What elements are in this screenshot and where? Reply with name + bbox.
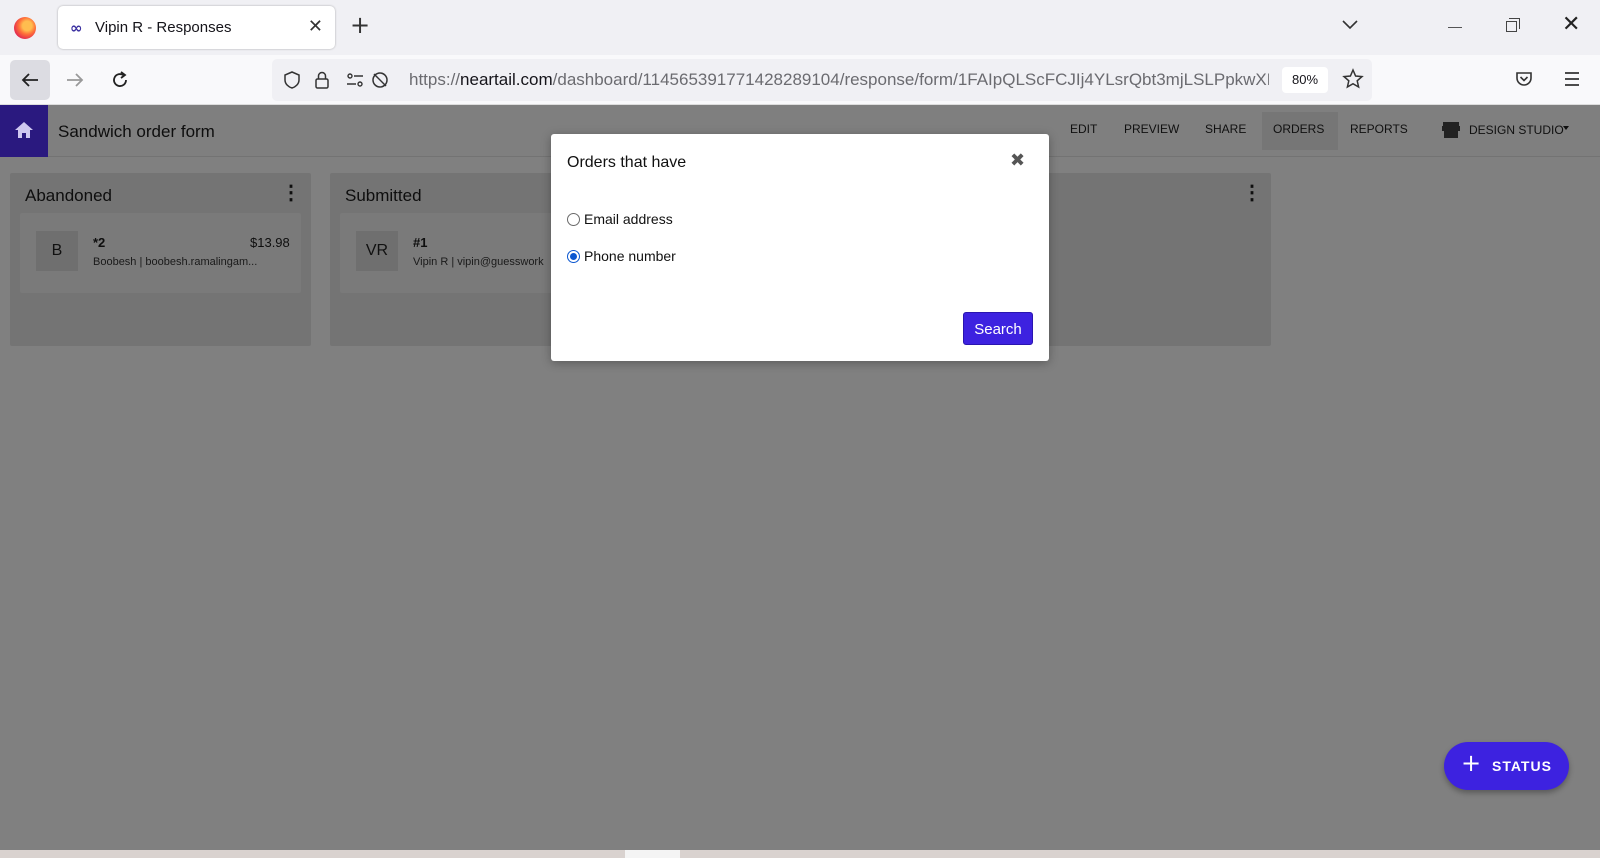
tab-close-icon[interactable]: ✕ [308, 16, 323, 37]
home-icon [15, 122, 33, 138]
back-arrow-icon [21, 73, 38, 87]
lock-icon[interactable] [312, 70, 332, 90]
permissions-icon[interactable] [345, 70, 365, 90]
firefox-logo-icon [14, 17, 36, 39]
avatar: VR [356, 231, 398, 271]
zoom-level-badge[interactable]: 80% [1282, 67, 1328, 93]
hamburger-menu-icon[interactable] [1562, 69, 1582, 89]
bottom-edge [0, 850, 1600, 858]
caret-down-icon [1563, 126, 1569, 130]
url-bar[interactable]: https://neartail.com/dashboard/114565391… [272, 59, 1372, 101]
search-button[interactable]: Search [963, 312, 1033, 345]
column-title: Abandoned [25, 186, 112, 205]
tab-list-chevron-icon[interactable] [1340, 14, 1360, 34]
nav-share[interactable]: SHARE [1205, 122, 1246, 136]
column-more-icon[interactable]: ⋮ [281, 183, 301, 203]
back-button[interactable] [10, 60, 50, 100]
search-orders-dialog: Orders that have ✖ Email address Phone n… [551, 134, 1049, 361]
new-tab-icon[interactable]: + [350, 13, 370, 37]
order-amount: $13.98 [250, 235, 290, 250]
reload-button[interactable] [100, 60, 140, 100]
phone-option-label[interactable]: Phone number [584, 248, 676, 264]
url-scheme: https:// [409, 70, 461, 89]
email-option-label[interactable]: Email address [584, 211, 673, 227]
nav-reports[interactable]: REPORTS [1350, 122, 1408, 136]
nav-edit[interactable]: EDIT [1070, 122, 1097, 136]
forward-button[interactable] [55, 60, 95, 100]
url-text[interactable]: https://neartail.com/dashboard/114565391… [409, 70, 1269, 90]
add-status-button[interactable]: + STATUS [1444, 742, 1569, 790]
plus-icon: + [1461, 749, 1482, 777]
order-card[interactable]: B *2 $13.98 Boobesh | boobesh.ramalingam… [20, 213, 301, 293]
close-icon[interactable]: ✖ [1010, 152, 1025, 170]
browser-nav-bar: https://neartail.com/dashboard/114565391… [0, 55, 1600, 105]
tab-title: Vipin R - Responses [95, 19, 232, 36]
site-favicon-icon: ∞ [70, 19, 83, 37]
bookmark-star-icon[interactable] [1342, 68, 1364, 90]
store-icon[interactable] [1441, 120, 1461, 140]
form-title: Sandwich order form [58, 122, 215, 141]
tracking-protection-icon[interactable] [370, 70, 390, 90]
email-radio[interactable] [567, 213, 580, 226]
home-button[interactable] [0, 105, 48, 157]
url-path: /dashboard/114565391771428289104/respons… [552, 70, 1269, 89]
reload-icon [113, 71, 127, 87]
order-number: *2 [93, 235, 106, 250]
pocket-icon[interactable] [1514, 69, 1534, 89]
shield-icon[interactable] [282, 70, 302, 90]
dialog-title: Orders that have [567, 154, 687, 171]
column-more-icon[interactable]: ⋮ [1242, 183, 1262, 203]
window-minimize-icon[interactable] [1448, 27, 1462, 28]
avatar: B [36, 231, 78, 271]
nav-preview[interactable]: PREVIEW [1124, 122, 1179, 136]
browser-tab-bar: ∞ Vipin R - Responses ✕ + ✕ [0, 0, 1600, 55]
status-column-abandoned: Abandoned ⋮ B *2 $13.98 Boobesh | boobes… [10, 173, 311, 346]
design-studio-menu[interactable]: DESIGN STUDIO [1469, 123, 1564, 137]
nav-orders[interactable]: ORDERS [1273, 122, 1324, 136]
window-close-icon[interactable]: ✕ [1562, 14, 1580, 36]
order-number: #1 [413, 235, 428, 250]
browser-tab[interactable]: ∞ Vipin R - Responses ✕ [58, 6, 335, 49]
window-restore-icon[interactable] [1506, 18, 1520, 32]
order-customer: Boobesh | boobesh.ramalingam... [93, 256, 258, 268]
forward-arrow-icon [67, 73, 84, 87]
bottom-edge-segment [625, 850, 680, 858]
url-host: neartail.com [460, 70, 553, 89]
column-title: Submitted [345, 186, 422, 205]
add-status-label: STATUS [1492, 758, 1552, 774]
phone-radio[interactable] [567, 250, 580, 263]
